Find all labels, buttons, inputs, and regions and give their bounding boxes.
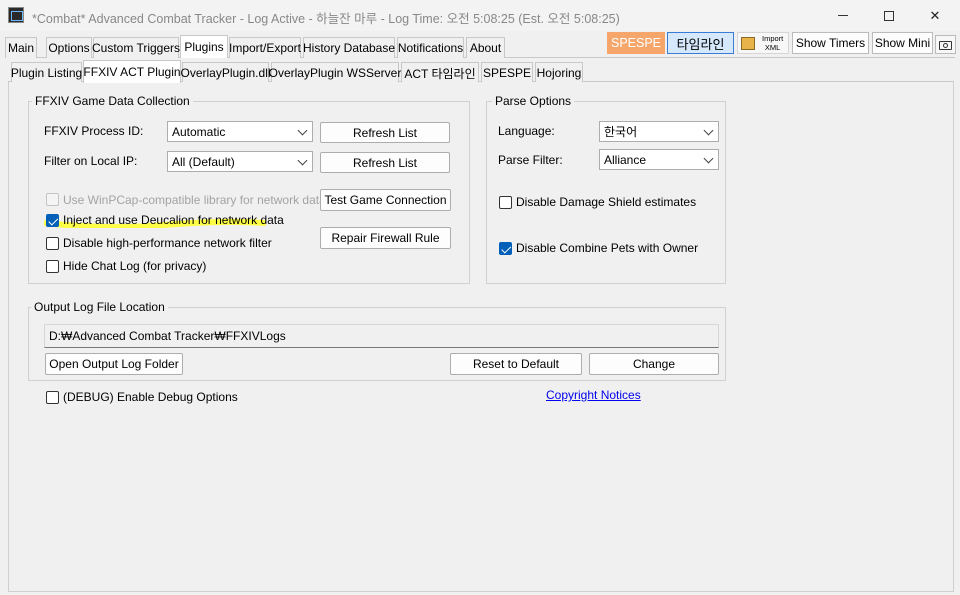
local-ip-value: All (Default) (172, 154, 235, 169)
network-filter-label: Disable high-performance network filter (63, 236, 272, 250)
chevron-down-icon (703, 125, 714, 136)
maximize-button[interactable] (866, 0, 912, 31)
maximize-icon (884, 10, 894, 21)
winpcap-checkbox[interactable] (46, 193, 59, 206)
subtab-overlayplugin-wsserver[interactable]: OverlayPlugin WSServer (269, 62, 401, 83)
show-timers-button[interactable]: Show Timers (792, 32, 869, 54)
damage-shield-checkbox[interactable] (499, 196, 512, 209)
import-xml-button[interactable]: Import XML (737, 32, 789, 54)
deucalion-checkbox[interactable] (46, 214, 59, 227)
subtab-ffxiv-act-plugin[interactable]: FFXIV ACT Plugin (83, 60, 181, 83)
import-xml-line2: XML (764, 43, 781, 52)
game-data-group-title: FFXIV Game Data Collection (32, 94, 193, 108)
deucalion-label: Inject and use Deucalion for network dat… (63, 213, 284, 227)
winpcap-label: Use WinPCap-compatible library for netwo… (63, 193, 326, 207)
output-log-path-field[interactable]: D:₩Advanced Combat Tracker₩FFXIVLogs (44, 324, 719, 348)
minimize-icon (838, 15, 848, 16)
change-button[interactable]: Change (589, 353, 719, 375)
subtab-hojoring[interactable]: Hojoring (535, 62, 583, 83)
local-ip-label: Filter on Local IP: (44, 154, 138, 168)
tab-plugins[interactable]: Plugins (180, 35, 228, 58)
test-connection-button[interactable]: Test Game Connection (320, 189, 451, 211)
combine-pets-label: Disable Combine Pets with Owner (516, 241, 699, 255)
tab-about[interactable]: About (466, 37, 505, 58)
repair-firewall-button[interactable]: Repair Firewall Rule (320, 227, 451, 249)
subtab-overlayplugin-dll[interactable]: OverlayPlugin.dll (180, 62, 271, 83)
reset-default-button[interactable]: Reset to Default (450, 353, 582, 375)
import-folder-icon (741, 37, 755, 50)
tab-import-export[interactable]: Import/Export (229, 37, 301, 58)
tab-notifications[interactable]: Notifications (397, 37, 464, 58)
tab-options[interactable]: Options (46, 37, 92, 58)
tab-main[interactable]: Main (5, 37, 37, 58)
timeline-button[interactable]: 타임라인 (667, 32, 734, 54)
parse-filter-label: Parse Filter: (498, 153, 563, 167)
chevron-down-icon (297, 155, 308, 166)
process-id-value: Automatic (172, 124, 226, 139)
debug-checkbox[interactable] (46, 391, 59, 404)
language-value: 한국어 (604, 125, 638, 139)
language-select[interactable]: 한국어 (599, 121, 719, 142)
tab-custom-triggers[interactable]: Custom Triggers (92, 37, 180, 58)
process-id-select[interactable]: Automatic (167, 121, 313, 142)
hide-chat-label: Hide Chat Log (for privacy) (63, 259, 207, 273)
process-id-label: FFXIV Process ID: (44, 124, 144, 138)
refresh-process-button[interactable]: Refresh List (320, 122, 450, 143)
title-bar: *Combat* Advanced Combat Tracker - Log A… (0, 0, 960, 31)
close-icon: ✕ (929, 7, 941, 23)
spespe-button[interactable]: SPESPE (607, 32, 665, 54)
language-label: Language: (498, 124, 555, 138)
act-app-icon (8, 7, 24, 23)
chevron-down-icon (297, 125, 308, 136)
camera-lens-icon (943, 43, 948, 48)
minimize-button[interactable] (820, 0, 866, 31)
parse-options-title: Parse Options (492, 94, 575, 108)
show-mini-button[interactable]: Show Mini (872, 32, 933, 54)
copyright-notices-link[interactable]: Copyright Notices (546, 388, 641, 402)
hide-chat-checkbox[interactable] (46, 260, 59, 273)
debug-label: (DEBUG) Enable Debug Options (63, 390, 238, 404)
screenshot-button[interactable] (935, 35, 956, 54)
tab-history-database[interactable]: History Database (303, 37, 395, 58)
subtab-plugin-listing[interactable]: Plugin Listing (11, 62, 82, 83)
subtab-act-timeline[interactable]: ACT 타임라인 (401, 62, 479, 83)
parse-filter-value: Alliance (604, 152, 647, 167)
subtab-spespe[interactable]: SPESPE (481, 62, 533, 83)
open-log-folder-button[interactable]: Open Output Log Folder (45, 353, 183, 375)
output-log-path: D:₩Advanced Combat Tracker₩FFXIVLogs (49, 329, 286, 343)
import-xml-label: Import XML (762, 34, 783, 52)
import-xml-line1: Import (762, 34, 784, 43)
refresh-ip-button[interactable]: Refresh List (320, 152, 450, 173)
damage-shield-label: Disable Damage Shield estimates (516, 195, 697, 209)
network-filter-checkbox[interactable] (46, 237, 59, 250)
window-title: *Combat* Advanced Combat Tracker - Log A… (32, 12, 620, 26)
close-button[interactable]: ✕ (912, 0, 958, 31)
combine-pets-checkbox[interactable] (499, 242, 512, 255)
chevron-down-icon (703, 153, 714, 164)
local-ip-select[interactable]: All (Default) (167, 151, 313, 172)
output-log-title: Output Log File Location (31, 300, 168, 314)
parse-filter-select[interactable]: Alliance (599, 149, 719, 170)
